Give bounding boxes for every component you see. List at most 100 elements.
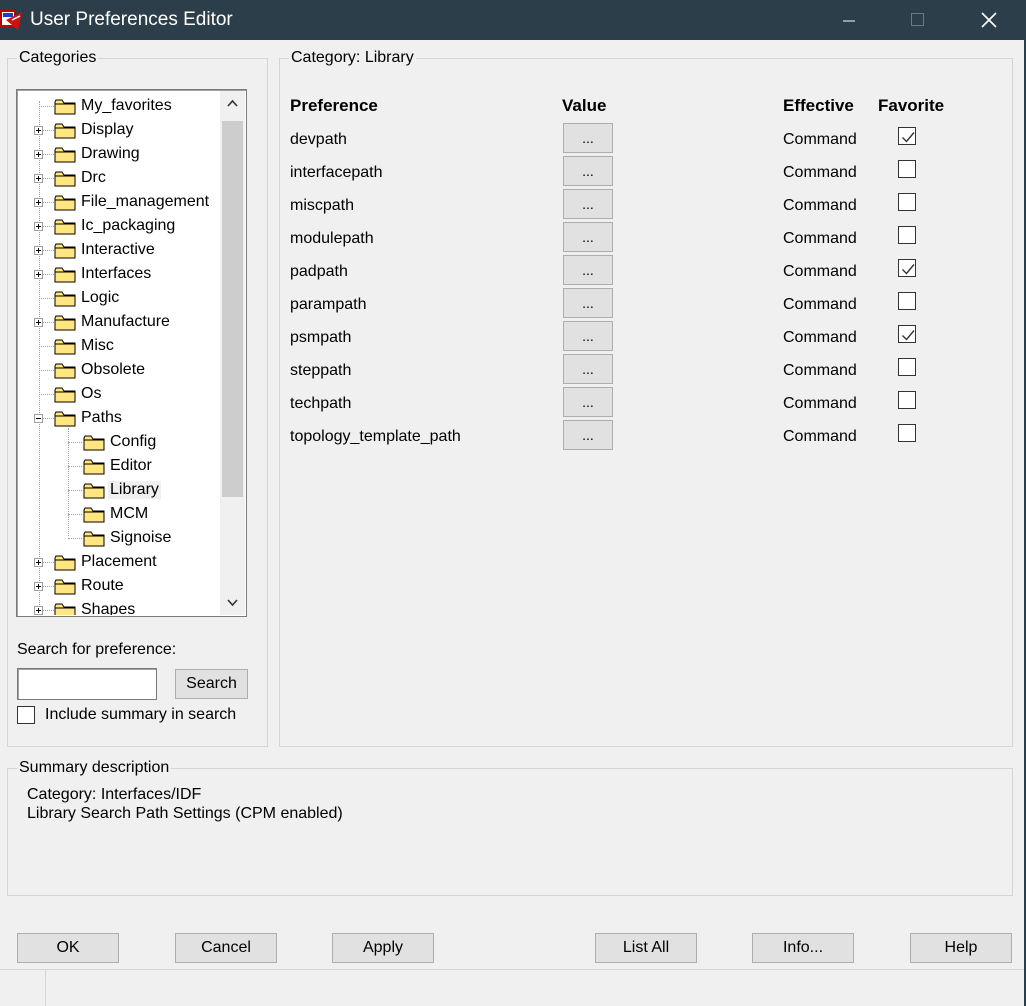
- favorite-checkbox[interactable]: [898, 160, 916, 178]
- preference-name: topology_template_path: [290, 428, 461, 445]
- preference-row-psmpath: psmpath... Command: [0, 321, 916, 354]
- preference-effective: Command: [783, 197, 857, 214]
- value-browse-button[interactable]: ...: [563, 387, 613, 417]
- folder-icon: [83, 531, 105, 547]
- favorite-checkbox[interactable]: [898, 226, 916, 244]
- tree-item-route[interactable]: Route: [18, 574, 220, 598]
- tree-connector-line: [68, 466, 82, 467]
- preference-row-miscpath: miscpath... Command: [0, 189, 916, 222]
- value-browse-button[interactable]: ...: [563, 288, 613, 318]
- value-browse-button[interactable]: ...: [563, 222, 613, 252]
- preference-name: padpath: [290, 263, 348, 280]
- status-bar: [0, 969, 1024, 1006]
- tree-item-label: Route: [81, 577, 124, 594]
- favorite-checkbox[interactable]: [898, 391, 916, 409]
- preference-effective: Command: [783, 362, 857, 379]
- header-value: Value: [562, 96, 607, 115]
- tree-item-my-favorites[interactable]: My_favorites: [18, 94, 220, 118]
- tree-item-label: Shapes: [81, 601, 136, 615]
- summary-description: Library Search Path Settings (CPM enable…: [27, 805, 343, 822]
- tree-item-signoise[interactable]: Signoise: [18, 526, 220, 550]
- folder-icon: [83, 507, 105, 523]
- preference-effective: Command: [783, 263, 857, 280]
- minimize-icon: [843, 20, 855, 22]
- preference-name: steppath: [290, 362, 352, 379]
- category-panel-legend: Category: Library: [289, 49, 416, 67]
- header-favorite: Favorite: [878, 96, 945, 115]
- expand-icon[interactable]: [34, 582, 43, 591]
- preference-row-topology-template-path: topology_template_path... Command: [0, 420, 916, 453]
- maximize-icon: [911, 13, 924, 26]
- header-effective: Effective: [783, 96, 854, 115]
- expand-icon[interactable]: [34, 606, 43, 615]
- tree-item-label: Library: [108, 481, 161, 499]
- favorite-checkbox[interactable]: [898, 424, 916, 442]
- favorite-checkbox[interactable]: [898, 292, 916, 310]
- minimize-button[interactable]: [826, 0, 872, 40]
- preference-row-devpath: devpath... Command: [0, 123, 916, 156]
- preference-effective: Command: [783, 164, 857, 181]
- expand-icon[interactable]: [34, 558, 43, 567]
- favorite-checkbox[interactable]: [898, 193, 916, 211]
- preference-row-padpath: padpath... Command: [0, 255, 916, 288]
- tree-item-placement[interactable]: Placement: [18, 550, 220, 574]
- scroll-up-button[interactable]: [220, 91, 245, 115]
- cancel-button[interactable]: Cancel: [175, 933, 277, 963]
- title-bar[interactable]: User Preferences Editor: [0, 0, 1026, 40]
- apply-button[interactable]: Apply: [332, 933, 434, 963]
- search-button[interactable]: Search: [175, 669, 248, 699]
- value-browse-button[interactable]: ...: [563, 321, 613, 351]
- help-button[interactable]: Help: [910, 933, 1012, 963]
- folder-icon: [54, 603, 76, 615]
- folder-icon: [83, 459, 105, 475]
- tree-connector-line: [68, 514, 82, 515]
- categories-legend: Categories: [17, 49, 99, 67]
- maximize-button[interactable]: [894, 0, 940, 40]
- preference-name: psmpath: [290, 329, 352, 346]
- folder-icon: [54, 579, 76, 595]
- value-browse-button[interactable]: ...: [563, 189, 613, 219]
- value-browse-button[interactable]: ...: [563, 354, 613, 384]
- preference-row-interfacepath: interfacepath... Command: [0, 156, 916, 189]
- tree-item-mcm[interactable]: MCM: [18, 502, 220, 526]
- tree-connector-line: [68, 538, 82, 539]
- preference-row-modulepath: modulepath... Command: [0, 222, 916, 255]
- search-label: Search for preference:: [17, 641, 177, 658]
- folder-icon: [54, 555, 76, 571]
- favorite-checkbox[interactable]: [898, 259, 916, 277]
- scroll-down-button[interactable]: [220, 591, 245, 615]
- close-button[interactable]: [966, 0, 1012, 40]
- preference-effective: Command: [783, 395, 857, 412]
- summary-legend: Summary description: [17, 759, 172, 777]
- value-browse-button[interactable]: ...: [563, 123, 613, 153]
- tree-item-library[interactable]: Library: [18, 478, 220, 502]
- tree-item-editor[interactable]: Editor: [18, 454, 220, 478]
- search-input[interactable]: [17, 668, 157, 700]
- tree-connector-line: [39, 106, 54, 107]
- tree-item-label: Signoise: [110, 529, 172, 546]
- preference-name: parampath: [290, 296, 367, 313]
- tree-item-label: Placement: [81, 553, 157, 570]
- favorite-checkbox[interactable]: [898, 127, 916, 145]
- value-browse-button[interactable]: ...: [563, 255, 613, 285]
- value-browse-button[interactable]: ...: [563, 156, 613, 186]
- preference-effective: Command: [783, 296, 857, 313]
- folder-icon: [54, 99, 76, 115]
- tree-item-shapes[interactable]: Shapes: [18, 598, 220, 615]
- app-icon: [0, 10, 22, 30]
- tree-item-label: My_favorites: [81, 97, 172, 114]
- chevron-up-icon: [227, 99, 238, 107]
- status-divider: [45, 970, 46, 1006]
- ok-button[interactable]: OK: [17, 933, 119, 963]
- preference-row-steppath: steppath... Command: [0, 354, 916, 387]
- favorite-checkbox[interactable]: [898, 358, 916, 376]
- favorite-checkbox[interactable]: [898, 325, 916, 343]
- value-browse-button[interactable]: ...: [563, 420, 613, 450]
- include-summary-checkbox[interactable]: [17, 706, 35, 724]
- info-button[interactable]: Info...: [752, 933, 854, 963]
- list-all-button[interactable]: List All: [595, 933, 697, 963]
- preference-name: modulepath: [290, 230, 374, 247]
- tree-item-label: Editor: [110, 457, 152, 474]
- tree-connector-line: [68, 490, 82, 491]
- close-icon: [981, 12, 997, 28]
